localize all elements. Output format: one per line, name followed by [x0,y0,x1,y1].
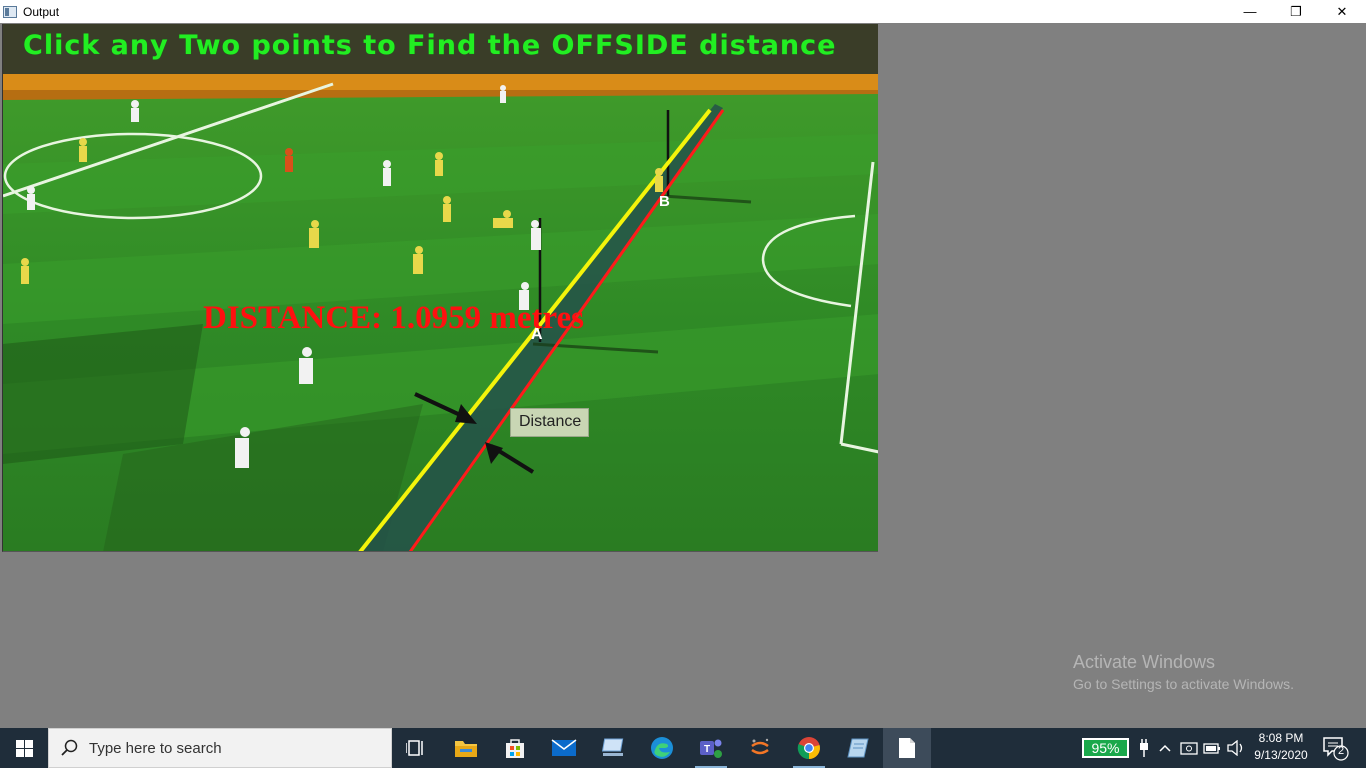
notes-button[interactable] [834,728,882,768]
edge-icon [651,737,673,759]
output-image-canvas[interactable]: Click any Two points to Find the OFFSIDE… [2,24,878,552]
svg-text:T: T [704,744,710,755]
security-icon[interactable] [1179,738,1199,758]
speaker-icon[interactable] [1226,738,1246,758]
close-icon: ✕ [1336,3,1348,19]
teams-button[interactable]: T [687,728,735,768]
distance-tag: Distance [510,408,590,437]
store-button[interactable] [491,728,539,768]
computer-icon [601,738,624,756]
minimize-icon: — [1243,4,1257,19]
pitch-image [3,24,878,551]
chrome-button[interactable] [785,728,833,768]
battery-icon[interactable] [1202,738,1222,758]
search-placeholder: Type here to search [89,739,222,757]
edge-button[interactable] [638,728,686,768]
mail-icon [551,739,577,756]
notes-icon [847,738,869,758]
point-b-label: B [659,193,670,210]
activation-watermark: Activate Windows Go to Settings to activ… [1073,652,1294,692]
windows-logo-icon [15,739,33,757]
watermark-title: Activate Windows [1073,652,1216,672]
search-box[interactable]: Type here to search [48,728,392,768]
instruction-text: Click any Two points to Find the OFFSIDE… [23,30,837,61]
this-pc-button[interactable] [589,728,637,768]
window-title-bar: Output — ❐ ✕ [0,0,1366,23]
restore-button[interactable]: ❐ [1273,0,1319,23]
teams-icon: T [700,739,722,758]
close-button[interactable]: ✕ [1319,0,1365,23]
clock-date: 9/13/2020 [1254,748,1308,762]
document-icon [899,738,915,758]
mail-button[interactable] [540,728,588,768]
notification-icon [1323,737,1349,761]
task-view-button[interactable] [392,728,440,768]
chrome-icon [797,737,820,760]
watermark-subtitle: Go to Settings to activate Windows. [1073,676,1294,692]
jupyter-button[interactable] [736,728,784,768]
task-view-icon [406,740,423,756]
document-button[interactable] [883,728,931,768]
window-title: Output [23,4,60,19]
folder-icon [455,741,477,757]
app-window-icon [3,5,17,18]
battery-indicator[interactable]: 95% [1082,738,1129,758]
restore-icon: ❐ [1290,3,1302,19]
jupyter-icon [751,738,769,755]
action-center-button[interactable]: 2 [1320,734,1350,762]
file-explorer-button[interactable] [442,728,490,768]
chevron-up-icon[interactable] [1155,738,1175,758]
minimize-button[interactable]: — [1227,0,1273,23]
start-button[interactable] [0,728,48,768]
store-icon [506,739,524,758]
search-icon [61,739,78,756]
notification-count: 2 [1337,745,1345,757]
taskbar: Type here to search T 95% 8:08 PM 9/13/2… [0,728,1366,768]
clock-time: 8:08 PM [1258,731,1304,745]
point-a-label: A [531,326,543,343]
power-plug-icon[interactable] [1134,738,1154,758]
taskbar-clock[interactable]: 8:08 PM 9/13/2020 [1246,731,1316,762]
distance-readout: DISTANCE: 1.0959 metres [203,300,584,336]
